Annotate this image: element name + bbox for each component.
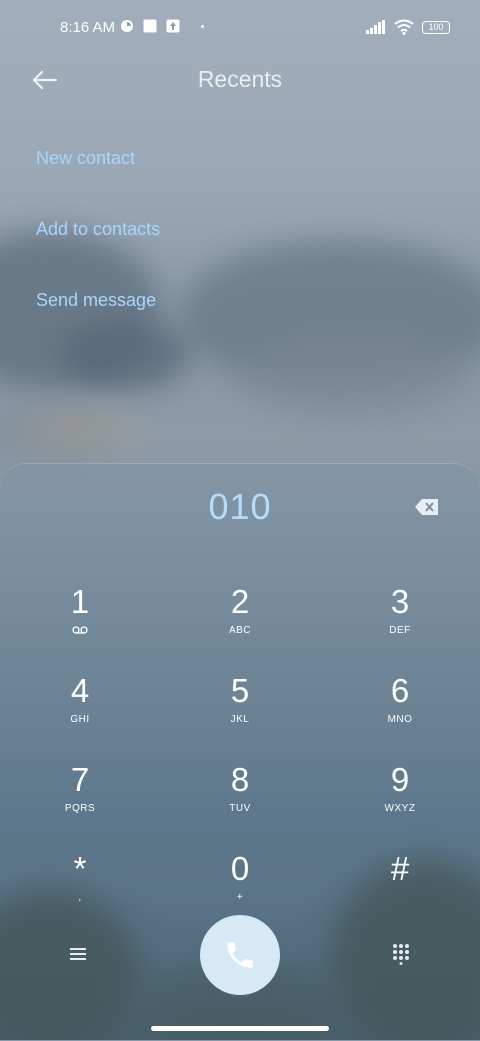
key-4[interactable]: 4 GHI <box>25 673 135 743</box>
key-1[interactable]: 1 <box>25 584 135 654</box>
phone-icon <box>227 942 253 968</box>
page-title: Recents <box>197 66 283 92</box>
screenshot-icon <box>143 19 157 33</box>
data-saver-icon <box>121 20 133 32</box>
battery-icon: 100 <box>422 20 450 34</box>
key-7[interactable]: 7 PQRS <box>25 762 135 832</box>
key-3[interactable]: 3 DEF <box>345 584 455 654</box>
signal-icon <box>366 20 385 34</box>
key-9[interactable]: 9 WXYZ <box>345 762 455 832</box>
new-contact-link[interactable]: New contact <box>36 148 135 169</box>
add-to-contacts-link[interactable]: Add to contacts <box>36 219 160 240</box>
key-star[interactable]: * , <box>25 851 135 921</box>
status-bar: 8:16 AM 100 <box>0 0 480 56</box>
status-time: 8:16 AM <box>60 19 116 36</box>
notification-icons <box>120 19 204 33</box>
voicemail-icon <box>72 626 88 634</box>
system-icons: 100 <box>366 19 450 35</box>
call-button[interactable] <box>200 915 280 995</box>
key-hash[interactable]: # <box>345 851 455 921</box>
dialed-number: 010 <box>208 486 272 527</box>
key-2[interactable]: 2 ABC <box>185 584 295 654</box>
battery-level: 100 <box>428 22 444 32</box>
more-notifications-dot <box>201 24 204 28</box>
backspace-icon[interactable] <box>414 497 440 517</box>
key-8[interactable]: 8 TUV <box>185 762 295 832</box>
menu-icon[interactable] <box>69 945 87 963</box>
wifi-icon <box>394 19 414 35</box>
keypad-icon[interactable] <box>392 943 410 965</box>
key-6[interactable]: 6 MNO <box>345 673 455 743</box>
key-5[interactable]: 5 JKL <box>185 673 295 743</box>
upload-icon <box>166 19 180 33</box>
key-0[interactable]: 0 + <box>185 851 295 921</box>
send-message-link[interactable]: Send message <box>36 290 156 311</box>
home-indicator[interactable] <box>151 1026 329 1031</box>
